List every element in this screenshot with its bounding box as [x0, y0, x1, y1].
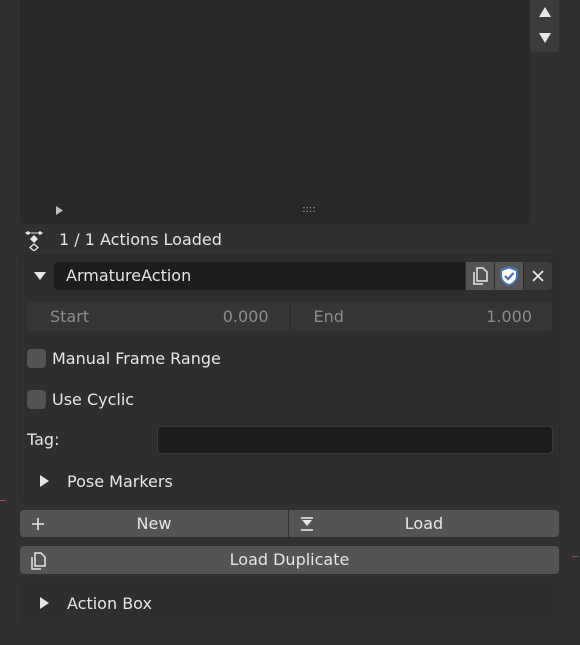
tag-label: Tag:: [27, 430, 60, 449]
background-mark: [572, 556, 578, 557]
manual-frame-range-label: Manual Frame Range: [52, 348, 221, 368]
collapse-toggle[interactable]: [33, 269, 47, 283]
triangle-right-icon: [40, 475, 49, 487]
load-button[interactable]: Load: [289, 510, 559, 537]
close-icon: [532, 270, 544, 282]
status-row: 1 / 1 Actions Loaded: [20, 228, 560, 252]
start-frame-field[interactable]: Start 0.000: [27, 302, 289, 331]
plus-icon: [32, 518, 44, 530]
actions-list[interactable]: ::::: [20, 0, 530, 224]
unlink-action-button[interactable]: [524, 262, 552, 290]
list-resize-grip[interactable]: ::::: [298, 204, 320, 216]
manual-frame-range-checkbox[interactable]: [27, 348, 46, 368]
action-box-panel: Action Box: [20, 584, 559, 623]
pose-markers-subpanel[interactable]: Pose Markers: [20, 469, 559, 493]
pose-markers-label: Pose Markers: [67, 471, 173, 491]
move-up-button[interactable]: [530, 0, 559, 24]
list-expand-icon[interactable]: [54, 205, 64, 215]
actions-loaded-status: 1 / 1 Actions Loaded: [59, 230, 222, 249]
duplicate-icon: [473, 267, 488, 285]
action-box-subpanel[interactable]: Action Box: [20, 591, 559, 615]
triangle-down-icon: [34, 272, 46, 280]
use-cyclic-label: Use Cyclic: [52, 389, 135, 409]
end-frame-field[interactable]: End 1.000: [290, 302, 552, 331]
new-button-label: New: [136, 514, 172, 533]
action-box-label: Action Box: [67, 593, 152, 613]
use-cyclic-checkbox[interactable]: [27, 389, 46, 409]
manual-frame-range-toggle[interactable]: Manual Frame Range: [27, 347, 221, 369]
load-duplicate-button[interactable]: Load Duplicate: [20, 546, 559, 574]
triangle-up-icon: [538, 7, 551, 17]
use-cyclic-toggle[interactable]: Use Cyclic: [27, 388, 134, 410]
load-button-label: Load: [404, 514, 444, 533]
tag-input[interactable]: [157, 426, 553, 454]
background-mark: [0, 500, 6, 501]
triangle-down-icon: [538, 33, 551, 43]
end-value: 1.000: [486, 307, 532, 326]
action-icon: [25, 231, 43, 251]
frame-range: Start 0.000 End 1.000: [27, 302, 552, 331]
move-down-button[interactable]: [530, 26, 559, 50]
triangle-right-icon: [40, 597, 49, 609]
new-button[interactable]: New: [20, 510, 288, 537]
start-label: Start: [50, 307, 90, 326]
import-icon: [301, 517, 313, 531]
action-panel: ArmatureAction Start 0.000 End 1.000 Man…: [20, 256, 559, 501]
load-duplicate-label: Load Duplicate: [229, 550, 350, 569]
shield-icon: [500, 266, 518, 286]
action-name-field[interactable]: ArmatureAction: [54, 262, 465, 290]
end-label: End: [313, 307, 344, 326]
list-order-buttons: [530, 0, 559, 52]
action-editor-panel: :::: 1 / 1 Actions Loaded ArmatureAction: [0, 0, 580, 645]
fake-user-button[interactable]: [495, 262, 523, 290]
start-value: 0.000: [222, 307, 269, 326]
duplicate-action-button[interactable]: [466, 262, 494, 290]
new-load-buttons: New Load: [20, 510, 559, 537]
duplicate-icon: [31, 552, 46, 570]
